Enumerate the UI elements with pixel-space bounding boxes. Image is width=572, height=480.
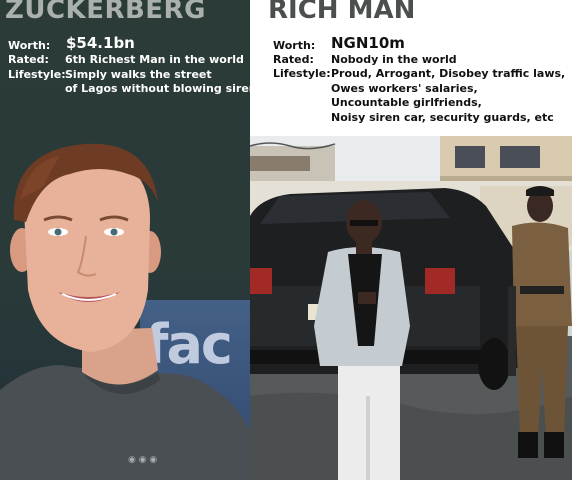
rated-label: Rated: (273, 53, 314, 66)
zuckerberg-photo: ◉ ◉ ◉ (0, 143, 250, 480)
lifestyle-line: Owes workers' salaries, (331, 81, 478, 95)
zuckerberg-info: Worth: $54.1bn Rated: 6th Richest Man in… (8, 36, 250, 136)
svg-text:◉ ◉ ◉: ◉ ◉ ◉ (128, 455, 157, 465)
zuckerberg-panel: ZUCKERBERG Worth: $54.1bn Rated: 6th Ric… (0, 0, 250, 480)
lifestyle-label: Lifestyle: (273, 67, 331, 80)
meme-comparison: ZUCKERBERG Worth: $54.1bn Rated: 6th Ric… (0, 0, 572, 480)
lifestyle-line: of Lagos without blowing siren (65, 82, 250, 95)
lifestyle-line: Noisy siren car, security guards, etc (331, 110, 554, 124)
rated-value: 6th Richest Man in the world (65, 53, 244, 66)
rich-man-info: Worth: NGN10m Rated: Nobody in the world… (273, 36, 572, 136)
rated-label: Rated: (8, 53, 49, 66)
worth-value: NGN10m (331, 34, 405, 52)
lifestyle-label: Lifestyle: (8, 68, 66, 81)
lifestyle-line: Proud, Arrogant, Disobey traffic laws, (331, 67, 566, 80)
zuckerberg-title: ZUCKERBERG (5, 0, 206, 25)
worth-value: $54.1bn (66, 34, 135, 52)
rated-value: Nobody in the world (331, 53, 457, 66)
lifestyle-line: Simply walks the street (65, 68, 212, 81)
rich-man-title: RICH MAN (268, 0, 416, 25)
worth-label: Worth: (273, 39, 316, 52)
rich-man-panel: RICH MAN Worth: NGN10m Rated: Nobody in … (250, 0, 572, 480)
lifestyle-line: Uncountable girlfriends, (331, 96, 482, 109)
worth-label: Worth: (8, 39, 51, 52)
rich-man-photo (250, 136, 572, 480)
